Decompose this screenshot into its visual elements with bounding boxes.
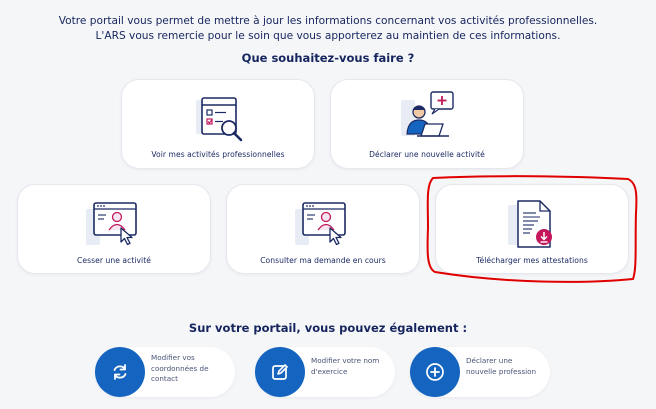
stop-activity-label: Cesser une activité <box>77 256 151 265</box>
profile-window-cursor-icon <box>86 202 137 246</box>
edit-icon-circle <box>255 347 305 397</box>
view-request-label: Consulter ma demande en cours <box>260 256 386 265</box>
plus-circle-icon-circle <box>410 347 460 397</box>
view-activities-label: Voir mes activités professionnelles <box>151 150 285 159</box>
edit-practice-name-link[interactable]: Modifier votre nom d'exercice <box>255 347 395 397</box>
intro-text: Votre portail vous permet de mettre à jo… <box>40 14 616 44</box>
edit-contact-details-link[interactable]: Modifier vos coordonnées de contact <box>95 347 235 397</box>
stop-activity-card[interactable]: Cesser une activité <box>17 184 211 274</box>
download-certificates-card[interactable]: Télécharger mes attestations <box>435 184 629 274</box>
edit-contact-details-label: Modifier vos coordonnées de contact <box>151 353 209 383</box>
declare-activity-card[interactable]: Déclarer une nouvelle activité <box>330 79 524 169</box>
refresh-icon-circle <box>95 347 145 397</box>
declare-profession-label: Déclarer une nouvelle profession <box>466 356 537 376</box>
intro-line-2: L'ARS vous remercie pour le soin que vou… <box>95 30 561 42</box>
plus-circle-icon <box>426 363 444 381</box>
question-heading: Que souhaitez-vous faire ? <box>241 51 415 65</box>
also-heading: Sur votre portail, vous pouvez également… <box>188 321 468 335</box>
declare-profession-link[interactable]: Déclarer une nouvelle profession <box>410 347 550 397</box>
document-magnifier-icon <box>196 97 243 142</box>
profile-window-cursor-icon <box>295 202 346 246</box>
view-activities-card[interactable]: Voir mes activités professionnelles <box>121 79 315 169</box>
person-laptop-plus-icon <box>401 91 454 137</box>
download-certificates-label: Télécharger mes attestations <box>476 256 588 265</box>
document-download-icon <box>508 200 552 248</box>
edit-practice-name-label: Modifier votre nom d'exercice <box>311 356 380 376</box>
intro-line-1: Votre portail vous permet de mettre à jo… <box>58 15 598 27</box>
page: Votre portail vous permet de mettre à jo… <box>0 0 656 409</box>
refresh-icon <box>113 364 127 380</box>
edit-icon <box>272 364 288 380</box>
view-request-card[interactable]: Consulter ma demande en cours <box>226 184 420 274</box>
declare-activity-label: Déclarer une nouvelle activité <box>369 150 485 159</box>
